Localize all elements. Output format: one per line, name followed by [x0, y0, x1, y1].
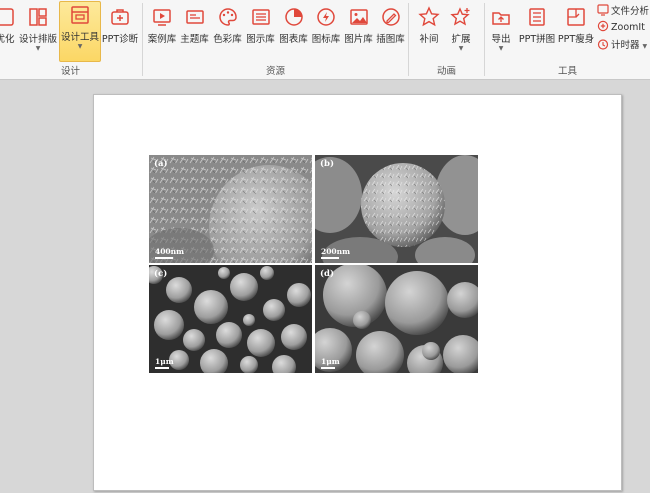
palette-icon — [218, 8, 237, 26]
chevron-down-icon: ▼ — [642, 43, 648, 50]
slim-button[interactable]: PPT瘦身 — [557, 4, 595, 56]
file-analysis-icon — [597, 4, 609, 16]
collage-icon — [529, 8, 545, 26]
timer-icon — [597, 39, 609, 50]
chevron-down-icon: ▼ — [77, 43, 83, 50]
timer-button[interactable]: 计时器 ▼ — [597, 37, 647, 53]
extend-button[interactable]: 扩展 ▼ — [446, 4, 476, 56]
zoomit-button[interactable]: ZoomIt — [597, 20, 645, 36]
scale-bar-label: 400nm — [155, 247, 185, 256]
optimize-icon — [0, 8, 14, 26]
layout-button[interactable]: 设计排版 ▼ — [19, 4, 57, 56]
palette-label: 色彩库 — [213, 34, 242, 45]
design-tool-icon — [71, 6, 89, 24]
optimize-button[interactable]: 优化 — [0, 4, 18, 56]
scale-bar: 200nm — [321, 247, 350, 259]
group-label-animation: 动画 — [436, 66, 456, 77]
diagnose-icon — [111, 9, 129, 25]
case-library-icon — [153, 9, 171, 26]
diagram-library-icon — [251, 9, 270, 25]
collage-button[interactable]: PPT拼图 — [517, 4, 557, 56]
diagram-library-button[interactable]: 图示库 — [244, 4, 277, 56]
theme-library-label: 主题库 — [180, 34, 209, 45]
zoom-icon — [597, 20, 609, 32]
export-button[interactable]: 导出 ▼ — [487, 4, 515, 56]
illustration-library-label: 插图库 — [376, 34, 405, 45]
illustration-library-icon — [381, 8, 400, 26]
star-icon — [418, 6, 440, 27]
optimize-label: 优化 — [0, 34, 15, 45]
design-tool-button[interactable]: 设计工具 ▼ — [59, 1, 101, 62]
scale-bar-label: 200nm — [321, 247, 351, 256]
theme-library-button[interactable]: 主题库 — [178, 4, 211, 56]
slim-icon — [567, 8, 585, 26]
chart-library-button[interactable]: 图表库 — [277, 4, 310, 56]
extend-label: 扩展 — [451, 34, 471, 45]
chart-library-label: 图表库 — [279, 34, 308, 45]
design-tool-label: 设计工具 — [60, 32, 99, 43]
scale-bar: 1μm — [155, 357, 174, 369]
collage-label: PPT拼图 — [518, 34, 556, 45]
picture-library-button[interactable]: 图片库 — [342, 4, 375, 56]
export-label: 导出 — [491, 34, 511, 45]
tween-label: 补间 — [419, 34, 439, 45]
icon-library-icon — [317, 8, 335, 26]
slide-canvas[interactable]: (a) 400nm (b) 200nm (c) 1μm (d) 1μm — [93, 94, 622, 491]
tween-button[interactable]: 补间 — [413, 4, 445, 56]
slim-label: PPT瘦身 — [557, 34, 595, 45]
ribbon: 优化 设计排版 ▼ 设计工具 ▼ PPT诊断 设计 案例库 主题库 色彩库 图示… — [0, 0, 650, 80]
palette-button[interactable]: 色彩库 — [211, 4, 244, 56]
icon-library-label: 图标库 — [311, 34, 341, 45]
picture-library-icon — [349, 9, 368, 25]
file-analysis-label: 文件分析 — [611, 6, 650, 17]
group-label-tools: 工具 — [557, 66, 577, 77]
icon-library-button[interactable]: 图标库 — [310, 4, 342, 56]
timer-label: 计时器 — [611, 40, 640, 51]
group-label-design: 设计 — [60, 66, 80, 77]
scale-bar: 400nm — [155, 247, 184, 259]
layout-label: 设计排版 — [19, 34, 58, 45]
diagnose-label: PPT诊断 — [101, 34, 139, 45]
sem-image-c[interactable]: (c) 1μm — [149, 265, 312, 373]
case-library-label: 案例库 — [147, 34, 177, 45]
scale-bar-label: 1μm — [155, 357, 174, 366]
star-plus-icon — [450, 7, 470, 26]
scale-bar: 1μm — [321, 357, 340, 369]
chevron-down-icon: ▼ — [458, 45, 464, 52]
panel-label: (d) — [320, 269, 334, 279]
panel-label: (b) — [320, 159, 334, 169]
zoomit-label: ZoomIt — [611, 22, 645, 33]
file-analysis-button[interactable]: 文件分析 — [597, 3, 649, 19]
panel-label: (a) — [154, 159, 168, 169]
sem-image-d[interactable]: (d) 1μm — [315, 265, 478, 373]
panel-label: (c) — [154, 269, 168, 279]
sem-image-a[interactable]: (a) 400nm — [149, 155, 312, 263]
chevron-down-icon: ▼ — [498, 45, 504, 52]
theme-library-icon — [185, 10, 204, 24]
layout-icon — [29, 8, 47, 26]
diagnose-button[interactable]: PPT诊断 — [101, 4, 139, 56]
group-label-resource: 资源 — [265, 66, 285, 77]
sem-image-b[interactable]: (b) 200nm — [315, 155, 478, 263]
export-icon — [492, 12, 510, 25]
chart-library-icon — [284, 8, 303, 26]
chevron-down-icon: ▼ — [35, 45, 41, 52]
picture-library-label: 图片库 — [344, 34, 373, 45]
scale-bar-label: 1μm — [321, 357, 340, 366]
illustration-library-button[interactable]: 插图库 — [374, 4, 407, 56]
diagram-library-label: 图示库 — [246, 34, 275, 45]
case-library-button[interactable]: 案例库 — [146, 4, 178, 56]
